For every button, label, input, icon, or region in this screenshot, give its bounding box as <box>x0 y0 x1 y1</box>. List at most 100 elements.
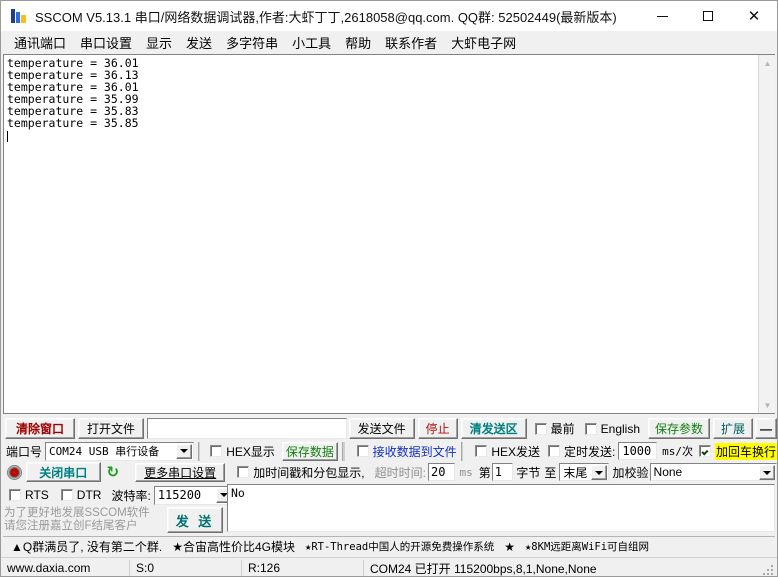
chevron-down-icon[interactable] <box>175 443 192 459</box>
send-file-button[interactable]: 发送文件 <box>348 418 415 439</box>
rts-label: RTS <box>25 488 49 502</box>
more-settings-button[interactable]: 更多串口设置 <box>135 462 226 482</box>
menu-item-send[interactable]: 发送 <box>179 31 219 54</box>
open-file-button[interactable]: 打开文件 <box>78 418 144 439</box>
sscom-window: SSCOM V5.13.1 串口/网络数据调试器,作者:大虾丁丁,2618058… <box>0 0 778 577</box>
dtr-checkbox[interactable]: DTR <box>60 488 102 502</box>
ad-item-2[interactable]: ★RT-Thread中国人的开源免费操作系统 <box>305 539 494 554</box>
separator <box>197 441 201 461</box>
port-options-row: 端口号 COM24 USB 串行设备 HEX显示 保存数据 接收数据到文件 HE… <box>3 441 777 461</box>
byte-from-input[interactable]: 1 <box>491 463 514 481</box>
ad-item-4[interactable]: ★8KM远距离WiFi可自组网 <box>525 539 649 554</box>
add-crlf-label: 加回车换行 <box>714 442 777 460</box>
title-bar: SSCOM V5.13.1 串口/网络数据调试器,作者:大虾丁丁,2618058… <box>1 1 777 31</box>
file-toolbar-row: 清除窗口 打开文件 发送文件 停止 清发送区 最前 English 保存参数 扩… <box>3 417 777 440</box>
menu-item-display[interactable]: 显示 <box>139 31 179 54</box>
separator <box>341 441 345 461</box>
baud-rate-label: 波特率: <box>111 488 151 503</box>
always-on-top-checkbox[interactable]: 最前 <box>534 420 575 437</box>
scroll-up-icon[interactable]: ▲ <box>759 55 775 71</box>
menu-item-comm-port[interactable]: 通讯端口 <box>7 31 73 54</box>
hex-send-checkbox[interactable]: HEX发送 <box>475 443 540 460</box>
timeout-label: 超时时间: <box>374 465 426 480</box>
text-caret <box>7 130 8 142</box>
menu-item-tools[interactable]: 小工具 <box>285 31 338 54</box>
minimize-button[interactable] <box>639 1 685 31</box>
terminal-scrollbar[interactable]: ▲ ▼ <box>758 55 775 413</box>
menu-item-daxia-website[interactable]: 大虾电子网 <box>444 31 523 54</box>
stop-button[interactable]: 停止 <box>417 418 458 439</box>
english-checkbox[interactable]: English <box>584 421 640 436</box>
clear-window-button[interactable]: 清除窗口 <box>5 418 75 439</box>
port-label: 端口号 <box>6 444 43 459</box>
connection-led-icon <box>7 464 22 480</box>
menu-item-serial-settings[interactable]: 串口设置 <box>73 31 139 54</box>
checkbox-box <box>210 445 223 457</box>
clear-send-area-button[interactable]: 清发送区 <box>460 418 527 439</box>
ad-bar: ▲Q群满员了, 没有第二个群. ★合宙高性价比4G模块 ★RT-Thread中国… <box>3 536 775 556</box>
english-label: English <box>600 421 640 436</box>
resize-grip[interactable] <box>761 563 775 576</box>
byte-end-select[interactable]: 末尾 <box>559 463 609 481</box>
nth-label: 第 <box>478 465 491 480</box>
menu-item-multi-string[interactable]: 多字符串 <box>219 31 285 54</box>
scroll-down-icon[interactable]: ▼ <box>759 397 775 413</box>
checksum-value: None <box>653 465 683 479</box>
timer-send-label: 定时发送: <box>564 444 616 459</box>
timer-send-checkbox[interactable]: 定时发送: <box>548 443 615 460</box>
ad-item-0[interactable]: ▲Q群满员了, 没有第二个群. <box>11 538 162 555</box>
save-params-button[interactable]: 保存参数 <box>648 418 710 439</box>
ms-label: ms <box>459 465 473 479</box>
terminal-text: temperature = 36.01 temperature = 36.13 … <box>7 56 139 131</box>
collapse-button[interactable]: — <box>755 418 777 439</box>
refresh-icon[interactable]: ↻ <box>107 465 120 480</box>
checkbox-box <box>548 445 560 457</box>
rts-checkbox[interactable]: RTS <box>9 488 49 502</box>
baud-rate-select[interactable]: 115200 <box>153 485 234 505</box>
checkbox-box <box>9 489 21 501</box>
file-path-input[interactable] <box>147 418 347 439</box>
extend-button[interactable]: 扩展 <box>713 418 753 439</box>
close-port-button[interactable]: 关闭串口 <box>26 462 101 482</box>
byte-end-value: 末尾 <box>563 465 588 480</box>
ad-item-3[interactable]: ★ <box>504 540 515 554</box>
timestamp-label: 加时间戳和分包显示, <box>253 465 365 480</box>
minimize-icon <box>656 15 668 17</box>
save-data-button[interactable]: 保存数据 <box>281 441 338 461</box>
receive-area[interactable]: temperature = 36.01 temperature = 36.13 … <box>3 54 775 414</box>
port-select-value: COM24 USB 串行设备 <box>49 445 160 458</box>
status-bar: www.daxia.com S:0 R:126 COM24 已打开 115200… <box>1 557 777 577</box>
send-input[interactable]: No <box>227 484 775 532</box>
promo-line-1: 为了更好地发展SSCOM软件 <box>4 507 150 519</box>
send-button[interactable]: 发 送 <box>167 507 223 533</box>
close-button[interactable]: ✕ <box>731 1 777 31</box>
menu-bar: 通讯端口 串口设置 显示 发送 多字符串 小工具 帮助 联系作者 大虾电子网 <box>1 31 777 53</box>
timestamp-checkbox[interactable]: 加时间戳和分包显示, <box>237 464 365 481</box>
add-crlf-checkbox[interactable]: 加回车换行 <box>698 442 777 460</box>
ad-item-1[interactable]: ★合宙高性价比4G模块 <box>172 538 295 555</box>
connection-row: 关闭串口 ↻ 更多串口设置 加时间戳和分包显示, 超时时间: 20 ms 第 1… <box>3 462 777 482</box>
chevron-down-icon[interactable] <box>590 465 607 480</box>
checksum-label: 加校验 <box>612 465 649 480</box>
timeout-input[interactable]: 20 <box>427 463 456 481</box>
checkbox-box <box>475 445 488 457</box>
checkbox-box <box>237 466 250 478</box>
terminal-output[interactable]: temperature = 36.01 temperature = 36.13 … <box>4 55 757 413</box>
connection-status: COM24 已打开 115200bps,8,1,None,None <box>363 559 777 576</box>
window-title: SSCOM V5.13.1 串口/网络数据调试器,作者:大虾丁丁,2618058… <box>35 9 617 25</box>
hex-display-checkbox[interactable]: HEX显示 <box>210 443 275 460</box>
send-interval-input[interactable]: 1000 <box>618 442 658 460</box>
checksum-select[interactable]: None <box>649 463 777 481</box>
chevron-down-icon[interactable] <box>759 465 776 480</box>
website-link[interactable]: www.daxia.com <box>1 560 129 577</box>
checkbox-box <box>356 445 369 457</box>
menu-item-contact-author[interactable]: 联系作者 <box>378 31 444 54</box>
receive-to-file-label: 接收数据到文件 <box>372 444 457 459</box>
port-select[interactable]: COM24 USB 串行设备 <box>45 441 194 461</box>
receive-to-file-checkbox[interactable]: 接收数据到文件 <box>356 443 457 460</box>
maximize-button[interactable] <box>685 1 731 31</box>
baud-rate-value: 115200 <box>157 488 202 502</box>
promo-line-2: 请您注册嘉立创F结尾客户 <box>4 520 138 532</box>
dtr-label: DTR <box>76 488 102 502</box>
menu-item-help[interactable]: 帮助 <box>338 31 378 54</box>
